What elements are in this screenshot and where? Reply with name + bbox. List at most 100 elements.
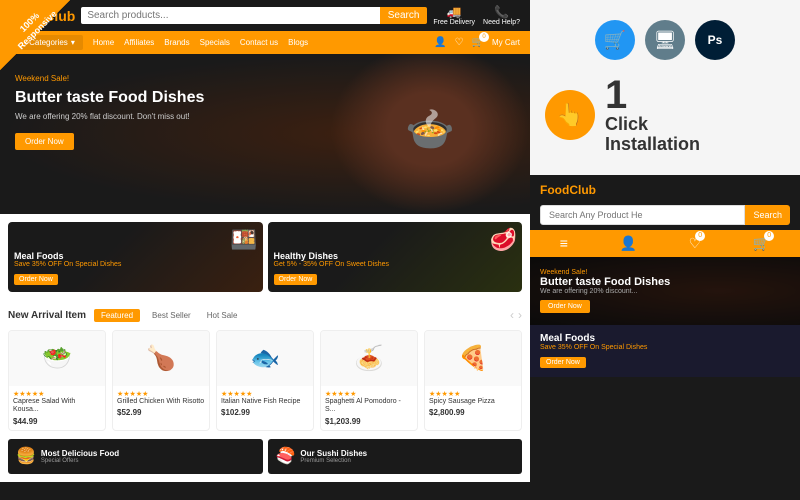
product-card: 🍕 ★★★★★ Spicy Sausage Pizza $2,800.99 — [424, 330, 522, 431]
promo-title-0: Most Delicious Food — [41, 449, 119, 458]
mobile-search-input[interactable] — [540, 205, 745, 225]
promo-sub-0: Special Offers — [41, 458, 119, 464]
cart-icon[interactable]: 🛒 0 — [472, 37, 484, 48]
mobile-cart-badge: 0 — [764, 231, 774, 241]
promo-card-1: 🍣 Our Sushi Dishes Premium Selection — [268, 439, 523, 474]
mobile-meal-title: Meal Foods — [540, 333, 790, 344]
mobile-menu-icon[interactable]: ≡ — [560, 235, 568, 252]
site-header: FoodClub Search 🚚 Free Delivery 📞 Need H… — [0, 0, 530, 31]
user-icon[interactable]: 👤 — [434, 37, 446, 48]
nav-brands[interactable]: Brands — [164, 38, 189, 47]
mobile-nav: ≡ 👤 ♡ 0 🛒 0 — [530, 230, 800, 257]
site-search: Search — [81, 7, 427, 24]
product-stars-2: ★★★★★ — [221, 390, 309, 398]
promo-icon-0: 🍔 — [16, 446, 36, 466]
badge-text: 100% Responsive — [1, 0, 66, 59]
one-click-section: 👆 1 ClickInstallation — [545, 75, 785, 155]
nav-affiliates[interactable]: Affiliates — [124, 38, 154, 47]
nav-links: Home Affiliates Brands Specials Contact … — [93, 38, 308, 47]
need-help-icon: 📞 Need Help? — [483, 5, 520, 26]
product-info-2: ★★★★★ Italian Native Fish Recipe $102.99 — [217, 386, 313, 421]
promo-card-0: 🍔 Most Delicious Food Special Offers — [8, 439, 263, 474]
product-stars-3: ★★★★★ — [325, 390, 413, 398]
mobile-cart-icon[interactable]: 🛒 0 — [753, 235, 770, 252]
left-panel: 100% Responsive FoodClub Search 🚚 Free D… — [0, 0, 530, 500]
prev-arrow-icon[interactable]: ‹ — [510, 308, 514, 322]
product-image-4: 🍕 — [425, 331, 521, 386]
nav-specials[interactable]: Specials — [200, 38, 230, 47]
main-wrapper: 100% Responsive FoodClub Search 🚚 Free D… — [0, 0, 800, 500]
hero-sale-label: Weekend Sale! — [15, 74, 515, 83]
product-name-3: Spaghetti Al Pomodoro - S... — [325, 398, 413, 415]
mobile-meal-button[interactable]: Order Now — [540, 357, 586, 368]
hero-order-button[interactable]: Order Now — [15, 133, 74, 150]
one-click-text: 1 ClickInstallation — [605, 75, 700, 155]
free-delivery-icon: 🚚 Free Delivery — [433, 5, 475, 26]
product-stars-0: ★★★★★ — [13, 390, 101, 398]
meal-order-button[interactable]: Order Now — [14, 274, 58, 285]
promo-text-0: Most Delicious Food Special Offers — [41, 449, 119, 464]
product-card: 🍝 ★★★★★ Spaghetti Al Pomodoro - S... $1,… — [320, 330, 418, 431]
tab-featured[interactable]: Featured — [94, 309, 140, 322]
cart-feature-icon[interactable]: 🛒 — [595, 20, 635, 60]
mobile-meal-section: Meal Foods Save 35% OFF On Special Dishe… — [530, 325, 800, 377]
product-price-1: $52.99 — [117, 408, 205, 417]
site-nav: All Categories ▾ Home Affiliates Brands … — [0, 31, 530, 54]
search-button[interactable]: Search — [380, 7, 428, 24]
mobile-wishlist-icon[interactable]: ♡ 0 — [689, 235, 702, 252]
mobile-user-icon[interactable]: 👤 — [620, 235, 637, 252]
nav-contact[interactable]: Contact us — [240, 38, 278, 47]
product-info-4: ★★★★★ Spicy Sausage Pizza $2,800.99 — [425, 386, 521, 421]
product-image-3: 🍝 — [321, 331, 417, 386]
nav-user-icons: 👤 ♡ 🛒 0 My Cart — [434, 37, 520, 48]
feature-icons-row: 🛒 🖥 Ps — [545, 20, 785, 60]
mobile-header: FoodClub — [530, 175, 800, 205]
search-input[interactable] — [81, 7, 379, 24]
product-image-0: 🥗 — [9, 331, 105, 386]
next-arrow-icon[interactable]: › — [518, 308, 522, 322]
product-name-1: Grilled Chicken With Risotto — [117, 398, 205, 406]
products-section: New Arrival Item Featured Best Seller Ho… — [0, 300, 530, 439]
meal-title: Meal Foods — [14, 251, 121, 261]
monitor-feature-icon[interactable]: 🖥 — [645, 20, 685, 60]
wishlist-icon[interactable]: ♡ — [455, 37, 464, 48]
product-price-4: $2,800.99 — [429, 408, 517, 417]
header-icons: 🚚 Free Delivery 📞 Need Help? — [433, 5, 520, 26]
promo-sub-1: Premium Selection — [300, 458, 367, 464]
meal-food-image: 🍱 — [230, 227, 257, 253]
product-info-1: ★★★★★ Grilled Chicken With Risotto $52.9… — [113, 386, 209, 421]
product-card: 🍗 ★★★★★ Grilled Chicken With Risotto $52… — [112, 330, 210, 431]
hero-description: We are offering 20% flat discount. Don't… — [15, 112, 515, 121]
healthy-order-button[interactable]: Order Now — [274, 274, 318, 285]
nav-home[interactable]: Home — [93, 38, 114, 47]
product-price-0: $44.99 — [13, 417, 101, 426]
mobile-logo: FoodClub — [540, 183, 596, 197]
product-name-2: Italian Native Fish Recipe — [221, 398, 309, 406]
products-navigation: ‹ › — [510, 308, 522, 322]
responsive-badge: 100% Responsive — [0, 0, 70, 70]
mobile-hero: Weekend Sale! Butter taste Food Dishes W… — [530, 257, 800, 325]
product-image-1: 🍗 — [113, 331, 209, 386]
product-stars-4: ★★★★★ — [429, 390, 517, 398]
product-image-2: 🐟 — [217, 331, 313, 386]
tab-hot-sale[interactable]: Hot Sale — [203, 310, 242, 321]
nav-blogs[interactable]: Blogs — [288, 38, 308, 47]
mobile-logo-text: Food — [540, 183, 569, 197]
product-stars-1: ★★★★★ — [117, 390, 205, 398]
products-grid: 🥗 ★★★★★ Caprese Salad With Kousa... $44.… — [8, 330, 522, 431]
photoshop-feature-icon[interactable]: Ps — [695, 20, 735, 60]
my-cart-label[interactable]: My Cart — [492, 38, 520, 47]
right-panel: 🛒 🖥 Ps 👆 1 ClickInstallation FoodClub — [530, 0, 800, 500]
promo-title-1: Our Sushi Dishes — [300, 449, 367, 458]
one-click-touch-icon[interactable]: 👆 — [545, 90, 595, 140]
product-info-3: ★★★★★ Spaghetti Al Pomodoro - S... $1,20… — [321, 386, 417, 430]
chevron-down-icon: ▾ — [71, 38, 75, 47]
mobile-search-button[interactable]: Search — [745, 205, 790, 225]
promo-icon-1: 🍣 — [276, 446, 296, 466]
product-name-0: Caprese Salad With Kousa... — [13, 398, 101, 415]
product-price-3: $1,203.99 — [325, 417, 413, 426]
mobile-order-button[interactable]: Order Now — [540, 300, 590, 313]
tab-best-seller[interactable]: Best Seller — [148, 310, 195, 321]
category-section: 🍱 Meal Foods Save 35% OFF On Special Dis… — [0, 214, 530, 300]
need-help-label: Need Help? — [483, 19, 520, 26]
